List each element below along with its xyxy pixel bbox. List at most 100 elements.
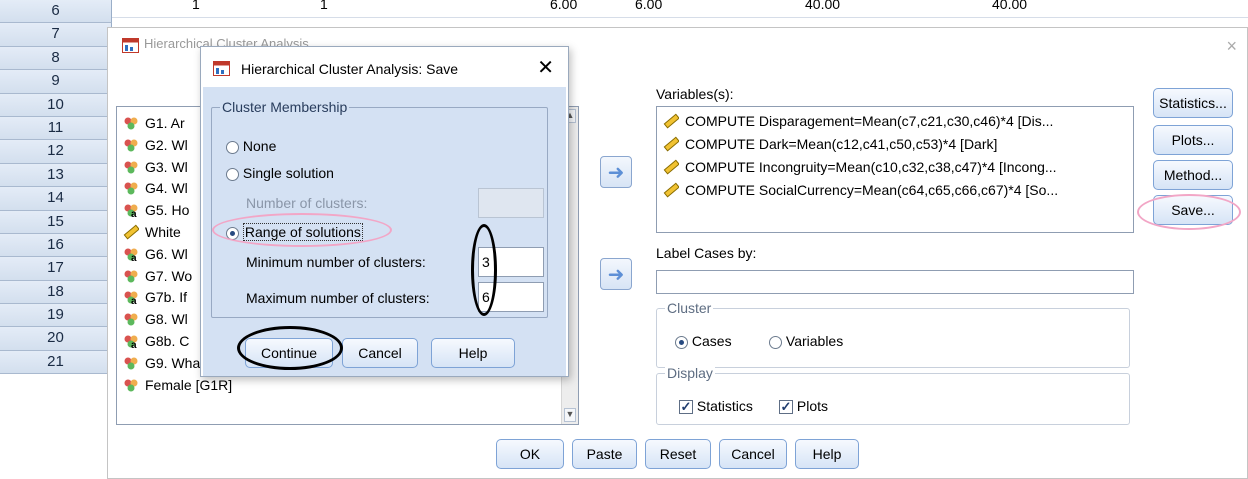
svg-text:a: a (131, 340, 137, 349)
selected-variable-item[interactable]: COMPUTE SocialCurrency=Mean(c64,c65,c66,… (663, 180, 1058, 200)
source-variable-label: G6. Wl (145, 245, 188, 262)
source-variable-item[interactable]: G7. Wo (123, 266, 192, 286)
variables-radio-label: Variables (785, 333, 844, 349)
cell[interactable]: 1 (192, 0, 200, 12)
move-to-label-button[interactable]: ➜ (600, 258, 632, 290)
row-header[interactable]: 9 (0, 70, 112, 94)
selected-variable-item[interactable]: COMPUTE Disparagement=Mean(c7,c21,c30,c4… (663, 111, 1053, 131)
nominal-icon (123, 311, 139, 327)
source-variable-item[interactable]: a G8b. C (123, 331, 189, 351)
cancel-button[interactable]: Cancel (342, 338, 418, 368)
nominal-icon (123, 377, 139, 393)
source-variable-item[interactable]: G2. Wl (123, 135, 188, 155)
move-to-variables-button[interactable]: ➜ (600, 156, 632, 188)
ruler-icon (663, 113, 680, 129)
range-solutions-radio[interactable]: Range of solutions (226, 223, 363, 241)
max-clusters-field[interactable]: 6 (478, 282, 544, 312)
source-variable-label: G3. Wl (145, 158, 188, 175)
row-header[interactable]: 17 (0, 257, 112, 281)
selected-variable-item[interactable]: COMPUTE Dark=Mean(c12,c41,c50,c53)*4 [Da… (663, 134, 997, 154)
row-header[interactable]: 14 (0, 187, 112, 211)
help-button[interactable]: Help (795, 439, 859, 469)
source-variable-label: G8b. C (145, 333, 190, 349)
row-header[interactable]: 15 (0, 210, 112, 234)
source-variable-item[interactable]: G3. Wl (123, 157, 188, 177)
selected-variable-item[interactable]: COMPUTE Incongruity=Mean(c10,c32,c38,c47… (663, 157, 1057, 177)
cell[interactable]: 40.00 (805, 0, 840, 12)
method-button[interactable]: Method... (1153, 160, 1233, 190)
row-header[interactable]: 8 (0, 46, 112, 71)
right-arrow-icon: ➜ (607, 161, 625, 184)
close-icon[interactable]: × (1226, 36, 1237, 57)
help-button[interactable]: Help (431, 338, 515, 368)
cluster-membership-group: Cluster Membership None Single solution … (211, 99, 548, 318)
string-nominal-icon: a (123, 246, 139, 264)
nominal-icon (123, 159, 139, 175)
min-clusters-field[interactable]: 3 (478, 247, 544, 277)
single-solution-radio[interactable]: Single solution (226, 165, 334, 181)
source-variable-item[interactable]: G8. Wl (123, 309, 188, 329)
row-header[interactable]: 7 (0, 23, 112, 47)
scroll-down-icon[interactable]: ▼ (564, 408, 576, 422)
source-variable-item[interactable]: a G5. Ho (123, 200, 189, 220)
paste-button[interactable]: Paste (572, 439, 637, 469)
variables-list[interactable]: COMPUTE Disparagement=Mean(c7,c21,c30,c4… (656, 106, 1134, 233)
number-of-clusters-field (478, 188, 544, 218)
string-nominal-icon: a (123, 289, 139, 307)
svg-text:a: a (131, 296, 137, 305)
cell[interactable]: 40.00 (992, 0, 1027, 12)
source-variable-item[interactable]: a G7b. If (123, 287, 187, 307)
check-icon: ✓ (679, 399, 693, 415)
row-header[interactable]: 10 (0, 93, 112, 117)
radio-icon (769, 335, 782, 349)
source-variable-item[interactable]: White (123, 222, 181, 242)
row-header[interactable]: 21 (0, 350, 112, 375)
max-clusters-value: 6 (482, 289, 490, 305)
source-variable-item[interactable]: a G6. Wl (123, 244, 188, 264)
source-variable-item[interactable]: G4. Wl (123, 178, 188, 198)
row-header[interactable]: 19 (0, 304, 112, 328)
plots-button[interactable]: Plots... (1153, 125, 1233, 155)
source-variable-item[interactable]: Female [G1R] (123, 375, 232, 395)
cell[interactable]: 6.00 (635, 0, 662, 12)
row-header[interactable]: 18 (0, 280, 112, 305)
data-grid-top: 1 1 6.00 6.00 40.00 40.00 (112, 0, 1248, 18)
row-header[interactable]: 6 (0, 0, 112, 24)
source-variable-item[interactable]: G1. Ar (123, 113, 185, 133)
display-group-title: Display (665, 365, 715, 381)
cell[interactable]: 1 (320, 0, 328, 12)
continue-button[interactable]: Continue (245, 338, 333, 368)
variables-radio[interactable]: Variables (769, 333, 843, 349)
radio-icon (226, 140, 239, 154)
row-header[interactable]: 20 (0, 327, 112, 351)
right-arrow-icon: ➜ (607, 263, 625, 286)
row-header[interactable]: 16 (0, 233, 112, 258)
close-icon[interactable]: ✕ (537, 55, 554, 80)
nominal-icon (123, 137, 139, 153)
row-header[interactable]: 11 (0, 116, 112, 141)
cell[interactable]: 6.00 (550, 0, 577, 12)
reset-button[interactable]: Reset (645, 439, 711, 469)
source-variable-label: Female [G1R] (145, 376, 233, 393)
cases-radio[interactable]: Cases (675, 333, 732, 349)
save-dialog-body: Cluster Membership None Single solution … (203, 87, 566, 376)
cancel-button[interactable]: Cancel (719, 439, 787, 469)
statistics-checkbox[interactable]: ✓ Statistics (679, 398, 753, 415)
row-header[interactable]: 12 (0, 140, 112, 164)
cases-label: Cases (691, 333, 732, 349)
nominal-icon (123, 115, 139, 131)
number-of-clusters-label: Number of clusters: (246, 195, 368, 211)
ok-button[interactable]: OK (496, 439, 564, 469)
save-button[interactable]: Save... (1153, 195, 1233, 225)
none-radio[interactable]: None (226, 138, 276, 154)
statistics-button[interactable]: Statistics... (1153, 88, 1233, 118)
label-cases-field[interactable] (656, 270, 1134, 294)
selected-variable-label: COMPUTE Disparagement=Mean(c7,c21,c30,c4… (685, 113, 1054, 129)
svg-text:a: a (131, 253, 137, 262)
plots-checkbox[interactable]: ✓ Plots (779, 398, 828, 415)
display-group: Display ✓ Statistics ✓ Plots (656, 365, 1130, 425)
row-header[interactable]: 13 (0, 163, 112, 188)
save-dialog: Hierarchical Cluster Analysis: Save ✕ Cl… (200, 46, 569, 377)
row-header-column: 6 7 8 9 10 11 12 13 14 15 16 17 18 19 20… (0, 0, 112, 375)
svg-text:a: a (131, 209, 137, 218)
